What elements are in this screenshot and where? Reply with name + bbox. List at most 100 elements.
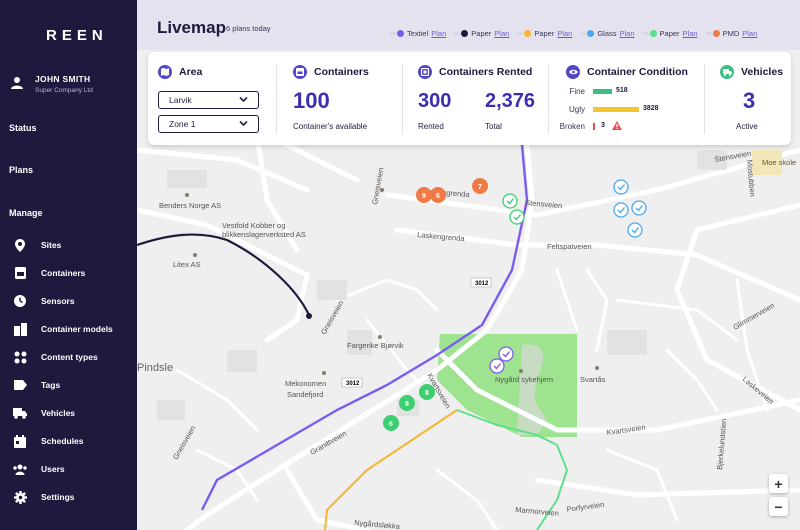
user-icon <box>11 77 23 89</box>
svg-text:7: 7 <box>478 184 482 191</box>
nav-item-settings[interactable]: Settings <box>13 490 75 504</box>
plans-today-count: 6 plans today <box>226 24 271 33</box>
user-name: JOHN SMITH <box>35 74 91 84</box>
zone-select-value: Zone 1 <box>169 119 196 129</box>
rented-section: Containers Rented 300 Rented 2,376 Total <box>403 52 548 145</box>
nav-item-vehicles[interactable]: Vehicles <box>13 406 75 420</box>
user-profile[interactable]: JOHN SMITH Super Company Ltd <box>10 74 93 94</box>
condition-title: Container Condition <box>587 66 688 78</box>
map-label: Granittveien <box>309 429 349 457</box>
condition-label: Ugly <box>568 105 585 114</box>
condition-label: Broken <box>559 122 585 131</box>
warning-icon <box>612 121 622 130</box>
legend-label: Glass <box>597 29 617 38</box>
vehicles-section: Vehicles 3 Active <box>705 52 791 145</box>
map-label: Fargerike Bjørvik <box>347 341 404 350</box>
truck-icon <box>13 406 27 420</box>
nav-item-tags[interactable]: Tags <box>13 378 60 392</box>
zoom-out-button[interactable]: − <box>769 497 788 516</box>
map-label: Pindsle <box>137 362 173 374</box>
map-label: Gneisveien <box>319 299 346 336</box>
nav-status[interactable]: Status <box>9 123 37 133</box>
condition-title-row: Container Condition <box>566 65 688 79</box>
legend-plan-link[interactable]: Plan <box>620 29 635 38</box>
legend-plan-link[interactable]: Plan <box>431 29 446 38</box>
area-select[interactable]: Larvik <box>158 91 259 109</box>
svg-text:6: 6 <box>389 421 393 428</box>
legend-toggle-track <box>390 32 396 35</box>
nav-item-content-types[interactable]: Content types <box>13 350 98 364</box>
legend-toggle-track <box>642 32 649 35</box>
cluster-marker: 6 <box>430 187 446 203</box>
containers-count: 100 <box>293 88 330 113</box>
chevron-down-icon <box>239 96 248 103</box>
legend-color-dot <box>649 30 657 37</box>
app-logo: REEN <box>46 27 108 44</box>
cluster-marker: 7 <box>472 178 488 194</box>
legend-color-dot <box>461 30 469 37</box>
nav-item-schedules[interactable]: Schedules <box>13 434 84 448</box>
rented-count: 300 <box>418 90 452 112</box>
legend-toggle-track <box>580 32 587 35</box>
nav-item-label: Sensors <box>41 296 75 306</box>
nav-manage: Manage <box>9 208 43 218</box>
map-label: Gneisveien <box>370 167 385 206</box>
map-label: Svartås <box>580 375 606 384</box>
truck-icon <box>720 65 734 79</box>
legend-item[interactable]: Glass Plan <box>580 29 635 38</box>
map-label: Mekonomen <box>285 379 326 388</box>
legend-item[interactable]: Textiel Plan <box>390 29 446 38</box>
stats-panel: Area Larvik Zone 1 Containers 100 Contai… <box>148 52 791 145</box>
map-label: Kvartsveien <box>606 423 646 437</box>
zone-select[interactable]: Zone 1 <box>158 115 259 133</box>
container-icon <box>13 266 27 280</box>
calendar-icon <box>13 434 27 448</box>
area-select-value: Larvik <box>169 95 192 105</box>
legend-item[interactable]: Paper Plan <box>642 29 698 38</box>
map-label: Gneisveien <box>171 424 198 461</box>
container-models-icon <box>13 322 27 336</box>
legend-plan-link[interactable]: Plan <box>494 29 509 38</box>
zoom-in-button[interactable]: + <box>769 474 788 493</box>
svg-text:9: 9 <box>422 193 426 200</box>
nav-item-users[interactable]: Users <box>13 462 65 476</box>
total-label: Total <box>485 122 502 131</box>
chevron-down-icon <box>239 120 248 127</box>
nav-item-label: Sites <box>41 240 62 250</box>
route-paper-dark <box>137 233 310 316</box>
nav-item-label: Containers <box>41 268 86 278</box>
legend-plan-link[interactable]: Plan <box>683 29 698 38</box>
route-textiel <box>200 144 529 511</box>
map-label: Sandefjord <box>287 390 323 399</box>
cluster-marker: 6 <box>383 415 399 431</box>
nav-item-sensors[interactable]: Sensors <box>13 294 75 308</box>
legend-color-dot <box>397 30 404 37</box>
area-title-row: Area <box>158 65 202 79</box>
legend-color-dot <box>524 30 532 37</box>
nav-item-sites[interactable]: Sites <box>13 238 61 252</box>
containers-caption: Container's available <box>293 122 368 131</box>
nav-plans[interactable]: Plans <box>9 165 33 175</box>
map-label: Laskengrenda <box>417 230 466 243</box>
legend-item[interactable]: Paper Plan <box>517 29 572 38</box>
users-icon <box>13 462 27 476</box>
map-label: Benders Norge AS <box>159 201 221 210</box>
legend-item[interactable]: PMD Plan <box>705 29 757 38</box>
condition-bar <box>593 123 595 130</box>
area-section: Area Larvik Zone 1 <box>148 52 276 145</box>
legend-label: Paper <box>534 29 555 38</box>
sidebar: REEN JOHN SMITH Super Company Ltd Status… <box>0 0 137 530</box>
nav-item-containers[interactable]: Containers <box>13 266 85 280</box>
nav-item-container-models[interactable]: Container models <box>13 322 113 336</box>
vehicles-title-row: Vehicles <box>720 65 783 79</box>
condition-row-broken: Broken 3 <box>549 121 689 133</box>
rented-title-row: Containers Rented <box>418 65 532 79</box>
map-label: Mostubben <box>745 159 757 197</box>
legend-plan-link[interactable]: Plan <box>742 29 757 38</box>
legend-label: Textiel <box>407 29 429 38</box>
legend-plan-link[interactable]: Plan <box>557 29 572 38</box>
legend-item[interactable]: Paper Plan <box>454 29 509 38</box>
user-company: Super Company Ltd <box>35 87 93 94</box>
cluster-marker: 8 <box>419 384 435 400</box>
condition-section: Container Condition Fine 518 Ugly 3828 B… <box>549 52 704 145</box>
